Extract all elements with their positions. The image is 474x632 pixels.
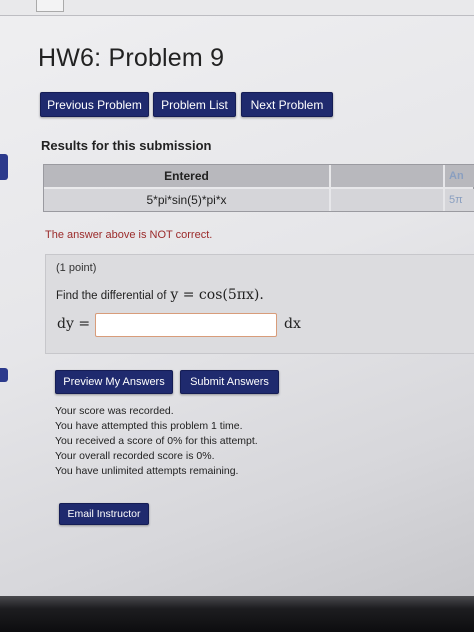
top-tab[interactable]	[36, 0, 64, 12]
problem-statement: Find the differential of y = cos(5πx).	[56, 287, 264, 303]
previous-problem-button[interactable]: Previous Problem	[40, 92, 149, 117]
table-header-result	[331, 165, 443, 187]
problem-points: (1 point)	[56, 262, 97, 274]
score-line: Your overall recorded score is 0%.	[55, 450, 215, 462]
table-cell-answer: 5π	[445, 189, 474, 211]
top-bar	[0, 0, 474, 16]
preview-answers-button[interactable]: Preview My Answers	[55, 370, 173, 394]
email-instructor-button[interactable]: Email Instructor	[59, 503, 149, 525]
score-line: You have unlimited attempts remaining.	[55, 465, 239, 477]
score-line: You have attempted this problem 1 time.	[55, 420, 243, 432]
table-cell-result	[331, 189, 443, 211]
next-problem-button[interactable]: Next Problem	[241, 92, 333, 117]
answer-input[interactable]	[95, 313, 277, 337]
table-cell-entered: 5*pi*sin(5)*pi*x	[44, 189, 329, 211]
table-header-answer: An	[445, 165, 474, 187]
left-edge-marker	[0, 154, 8, 180]
problem-equation: y = cos(5πx).	[170, 287, 264, 303]
submit-answers-button[interactable]: Submit Answers	[180, 370, 279, 394]
problem-prompt: Find the differential of	[56, 290, 167, 302]
page-title: HW6: Problem 9	[38, 44, 225, 72]
problem-list-button[interactable]: Problem List	[153, 92, 236, 117]
score-line: Your score was recorded.	[55, 405, 174, 417]
dx-label: dx	[284, 316, 301, 332]
left-edge-marker	[0, 368, 8, 382]
table-header-entered: Entered	[44, 165, 329, 187]
dy-label: dy =	[57, 316, 91, 332]
problem-panel	[45, 254, 474, 354]
monitor-bezel	[0, 596, 474, 632]
status-message: The answer above is NOT correct.	[45, 229, 213, 241]
score-line: You received a score of 0% for this atte…	[55, 435, 258, 447]
results-heading: Results for this submission	[41, 138, 212, 153]
